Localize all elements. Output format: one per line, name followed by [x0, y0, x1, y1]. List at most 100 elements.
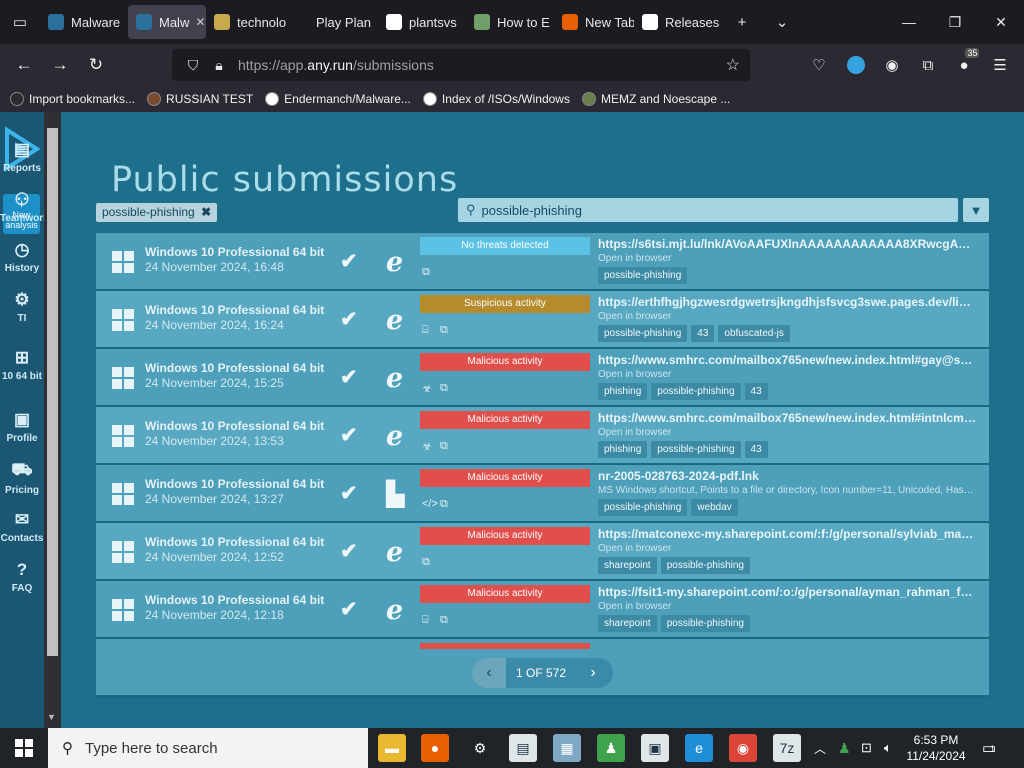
settings-icon[interactable]: ⚙ [466, 734, 494, 762]
url-text[interactable]: https://app.any.run/submissions [238, 57, 434, 73]
table-row[interactable]: Windows 10 Professional 64 bit 24 Novembe… [96, 291, 989, 347]
submission-target[interactable]: https://matconexc-my.sharepoint.com/:f:/… [598, 527, 976, 541]
search-input[interactable]: ⚲ possible-phishing [458, 198, 958, 222]
submission-target[interactable]: https://erthfhgjhgzwesrdgwetrsjkngdhjsfs… [598, 295, 976, 309]
close-tab-icon[interactable]: ✕ [195, 15, 205, 29]
tab-item[interactable]: How to E [466, 0, 554, 44]
tag[interactable]: 43 [744, 383, 768, 400]
tab-overview-icon[interactable]: ▭ [0, 0, 40, 44]
table-row[interactable]: Windows 10 Professional 64 bit 24 Novembe… [96, 581, 989, 637]
clock[interactable]: 6:53 PM 11/24/2024 [906, 732, 966, 764]
tab-item[interactable]: technolo [206, 0, 308, 44]
back-icon[interactable]: ← [6, 47, 42, 83]
reload-icon[interactable]: ↻ [78, 47, 114, 83]
pocket-icon[interactable]: ♡ [801, 47, 837, 83]
table-row[interactable]: Windows 10 Professional 64 bit 24 Novembe… [96, 523, 989, 579]
bookmark-item[interactable]: Endermanch/Malware... [265, 92, 411, 106]
submission-target[interactable]: https://fsit1-my.sharepoint.com/:o:/g/pe… [598, 585, 976, 599]
maximize-icon[interactable]: ❐ [932, 0, 978, 44]
submission-target[interactable]: https://www.smhrc.com/mailbox765new/new.… [598, 353, 976, 367]
wordpad-icon[interactable]: ▣ [641, 734, 669, 762]
table-row[interactable]: Windows 10 Professional 64 bit 24 Novembe… [96, 233, 989, 289]
submission-target[interactable]: https://s6tsi.mjt.lu/lnk/AVoAAFUXlnAAAAA… [598, 237, 976, 251]
tab-item[interactable]: New Tab [554, 0, 634, 44]
url-bar[interactable]: ⛉ 🔒︎ https://app.any.run/submissions ☆ [172, 49, 750, 81]
scrollbar-thumb[interactable] [47, 128, 58, 656]
tag[interactable]: possible-phishing [651, 383, 741, 400]
active-tag-filter[interactable]: possible-phishing ✖ [96, 203, 218, 222]
submission-target[interactable]: https://www.smhrc.com/mailbox765new/new.… [598, 411, 976, 425]
sidebar-item-10-64-bit[interactable]: ⊞ 10 64 bit [0, 348, 44, 382]
table-row[interactable]: Windows 10 Professional 64 bit 24 Novembe… [96, 407, 989, 463]
tag[interactable]: sharepoint [598, 615, 657, 632]
tag[interactable]: phishing [598, 383, 648, 400]
sidebar-item-contacts[interactable]: ✉ Contacts [0, 510, 44, 544]
chrome-icon[interactable]: ◉ [729, 734, 757, 762]
notepad-icon[interactable]: ▤ [509, 734, 537, 762]
minimize-icon[interactable]: — [886, 0, 932, 44]
bookmark-item[interactable]: Import bookmarks... [10, 92, 135, 106]
sidebar-item-reports[interactable]: ▤ Reports [0, 140, 44, 174]
control-panel-icon[interactable]: ▦ [553, 734, 581, 762]
ie-icon[interactable]: e [685, 734, 713, 762]
extension-badge-icon[interactable]: ● 35 [946, 47, 982, 83]
chevron-down-icon[interactable]: ⌄ [762, 0, 802, 44]
bookmark-item[interactable]: RUSSIAN TEST [147, 92, 253, 106]
filter-button[interactable]: ▼ [963, 198, 989, 222]
scrollbar[interactable]: ▼ [44, 112, 61, 728]
tab-item[interactable]: Releases [634, 0, 722, 44]
sidebar-item-faq[interactable]: ? FAQ [0, 560, 44, 594]
tag[interactable]: obfuscated-js [718, 325, 790, 342]
extension-avatar-icon[interactable] [838, 47, 874, 83]
close-window-icon[interactable]: ✕ [978, 0, 1024, 44]
tag[interactable]: phishing [598, 441, 648, 458]
lock-icon[interactable]: 🔒︎ [206, 57, 232, 74]
start-button[interactable] [0, 728, 48, 768]
tag[interactable]: possible-phishing [651, 441, 741, 458]
tag[interactable]: 43 [691, 325, 715, 342]
bookmark-star-icon[interactable]: ☆ [726, 55, 740, 75]
network-icon[interactable]: ⊡ [861, 728, 872, 768]
firefox-icon[interactable]: ● [421, 734, 449, 762]
bookmark-item[interactable]: Index of /ISOs/Windows [422, 92, 570, 106]
sidebar-item-profile[interactable]: ▣ Profile [0, 410, 44, 444]
tag[interactable]: possible-phishing [660, 557, 750, 574]
tag[interactable]: 43 [744, 441, 768, 458]
submission-target[interactable]: nr-2005-028763-2024-pdf.lnk [598, 469, 976, 483]
7zip-icon[interactable]: 7z [773, 734, 801, 762]
tag[interactable]: possible-phishing [660, 615, 750, 632]
notifications-icon[interactable]: ▭ 1 [982, 728, 996, 768]
file-explorer-icon[interactable]: ▬ [378, 734, 406, 762]
tab-item[interactable]: Malw ✕ [128, 5, 206, 39]
tag[interactable]: possible-phishing [598, 267, 688, 284]
sidebar-item-pricing[interactable]: ⛟ Pricing [0, 460, 44, 496]
forward-icon[interactable]: → [42, 47, 78, 83]
new-tab-icon[interactable]: + [722, 0, 762, 44]
menu-icon[interactable]: ☰ [982, 47, 1018, 83]
tag[interactable]: sharepoint [598, 557, 657, 574]
sidebar-item-teamwork[interactable]: ⚇ Teamwork [0, 190, 49, 224]
prev-page-button[interactable]: ‹ [472, 658, 506, 688]
shield-icon[interactable]: ⛉ [180, 57, 206, 74]
sidebar-item-history[interactable]: ◷ History [0, 240, 44, 274]
table-row[interactable]: Windows 10 Professional 64 bit 24 Novembe… [96, 349, 989, 405]
tab-item[interactable]: Play Plan [308, 0, 378, 44]
users-icon[interactable]: ♟ [597, 734, 625, 762]
remove-tag-icon[interactable]: ✖ [201, 205, 211, 219]
tab-item[interactable]: Malware [40, 0, 128, 44]
scroll-down-icon[interactable]: ▼ [47, 712, 56, 722]
account-icon[interactable]: ◉ [874, 47, 910, 83]
extensions-icon[interactable]: ⧉ [910, 47, 946, 83]
tag[interactable]: possible-phishing [598, 325, 688, 342]
next-page-button[interactable]: › [576, 658, 610, 688]
sidebar-item-ti[interactable]: ⚙ TI [0, 290, 44, 324]
tag[interactable]: possible-phishing [598, 499, 688, 516]
users-tray-icon[interactable]: ♟ [838, 728, 851, 768]
taskbar-search[interactable]: ⚲ Type here to search [48, 728, 368, 768]
search-value[interactable]: possible-phishing [482, 203, 582, 218]
volume-icon[interactable]: 🔈︎ [884, 728, 892, 768]
bookmark-item[interactable]: MEMZ and Noescape ... [581, 92, 730, 106]
table-row[interactable]: Windows 10 Professional 64 bit 24 Novembe… [96, 465, 989, 521]
tag[interactable]: webdav [691, 499, 738, 516]
chevron-up-icon[interactable]: ︿ [814, 728, 826, 768]
